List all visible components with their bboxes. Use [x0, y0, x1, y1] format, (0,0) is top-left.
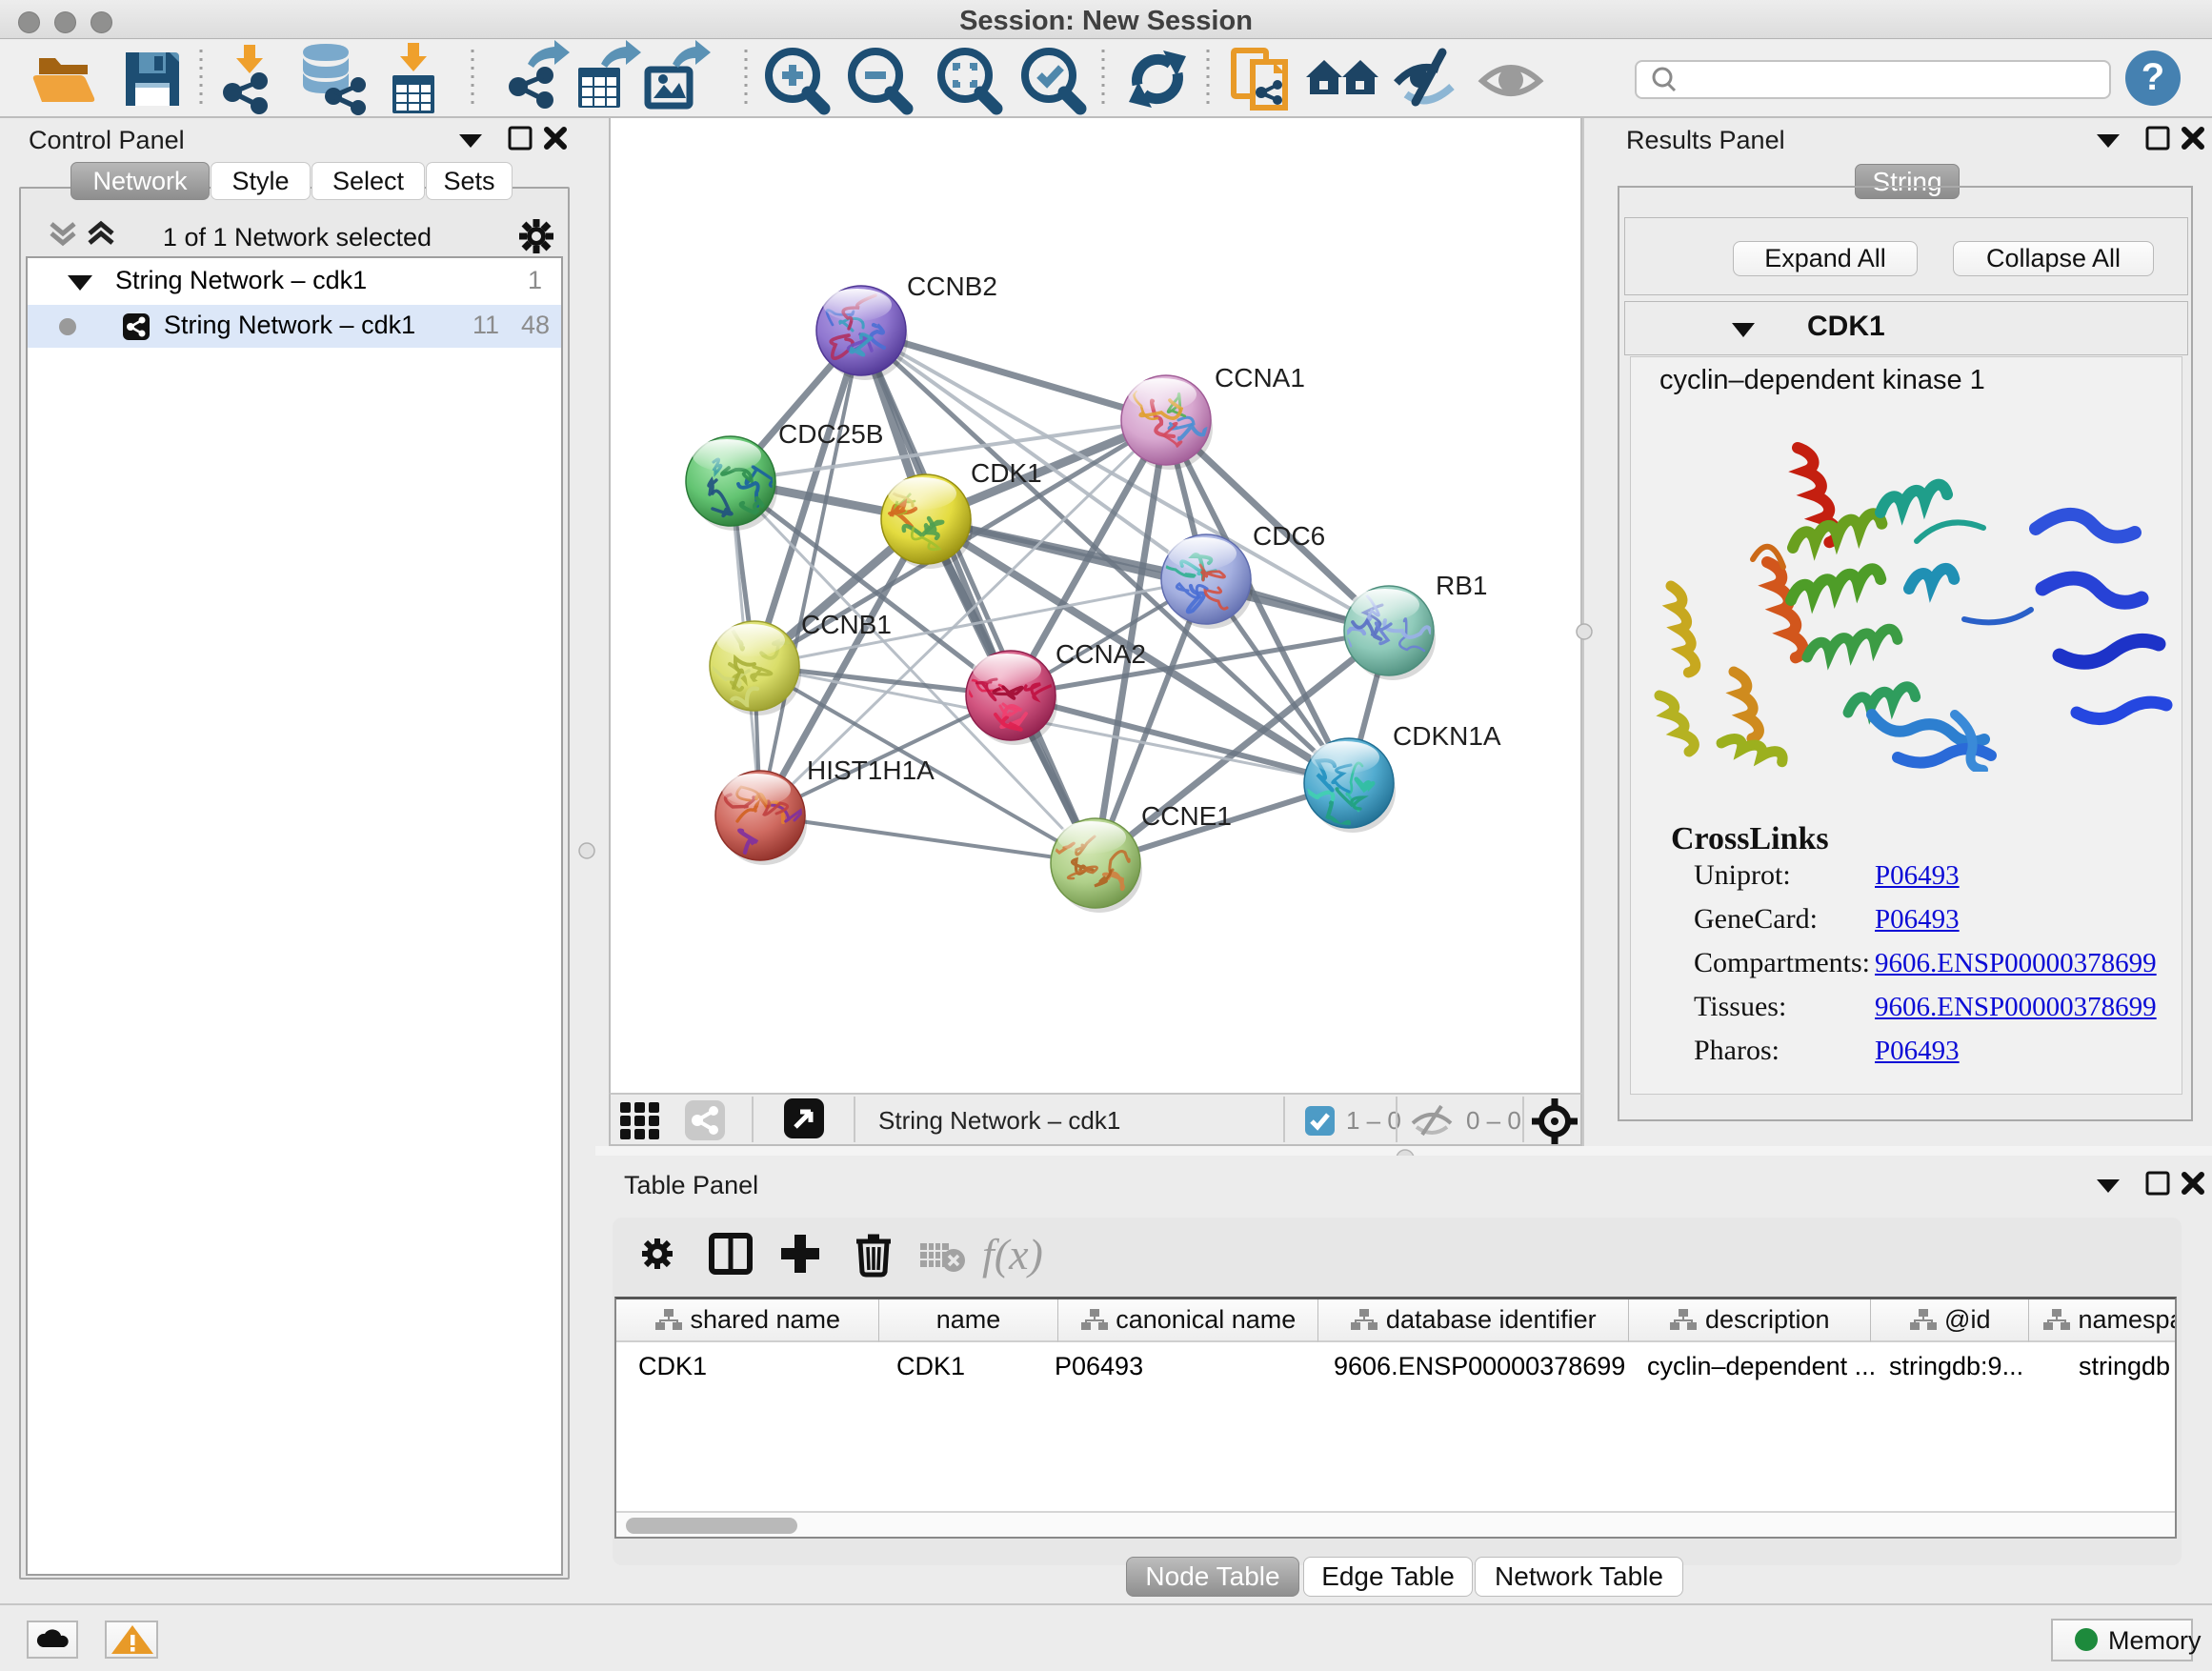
svg-text:CDC6: CDC6	[1253, 521, 1325, 551]
svg-text:CCNB1: CCNB1	[801, 610, 892, 639]
svg-text:f(x): f(x)	[982, 1230, 1043, 1278]
svg-text:CCNA2: CCNA2	[1056, 639, 1146, 669]
svg-text:CCNE1: CCNE1	[1141, 801, 1232, 831]
svg-text:CDKN1A: CDKN1A	[1393, 721, 1501, 751]
svg-text:CCNB2: CCNB2	[907, 272, 997, 301]
svg-text:HIST1H1A: HIST1H1A	[807, 755, 935, 785]
svg-text:CDC25B: CDC25B	[778, 419, 883, 449]
svg-text:CDK1: CDK1	[971, 458, 1042, 488]
svg-text:RB1: RB1	[1436, 571, 1487, 600]
svg-text:CCNA1: CCNA1	[1215, 363, 1305, 393]
